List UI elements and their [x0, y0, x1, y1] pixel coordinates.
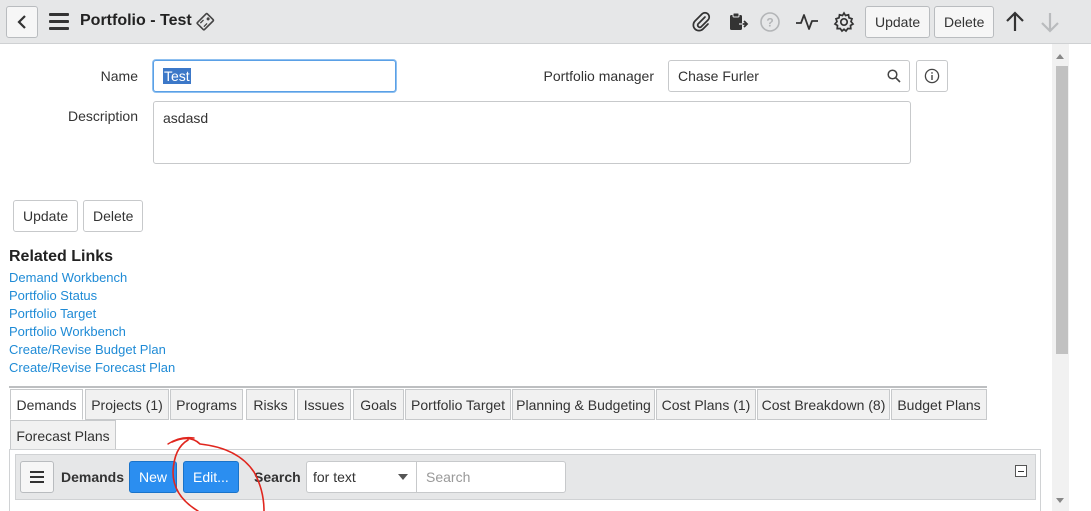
name-label: Name — [100, 68, 138, 84]
info-icon — [924, 68, 940, 84]
tab-forecast-plans[interactable]: Forecast Plans — [10, 420, 116, 451]
related-link-portfolio-status[interactable]: Portfolio Status — [9, 287, 175, 305]
tab-budget-plans[interactable]: Budget Plans — [891, 389, 987, 420]
tab-portfolio-target[interactable]: Portfolio Target — [405, 389, 511, 420]
form-header: Portfolio - Test ? Update Delete — [0, 0, 1091, 44]
portfolio-manager-lookup-button[interactable] — [878, 60, 910, 92]
gear-icon[interactable] — [832, 10, 856, 34]
back-button[interactable] — [6, 6, 38, 38]
window-edge — [1069, 44, 1091, 511]
back-icon — [17, 15, 26, 29]
related-link-forecast-plan[interactable]: Create/Revise Forecast Plan — [9, 359, 175, 377]
menu-icon[interactable] — [49, 13, 69, 31]
tab-planning-budgeting[interactable]: Planning & Budgeting — [512, 389, 655, 420]
portfolio-manager-field[interactable]: Chase Furler — [668, 60, 879, 92]
tab-programs[interactable]: Programs — [170, 389, 243, 420]
search-field-select[interactable]: for text — [306, 461, 416, 493]
header-update-button[interactable]: Update — [865, 6, 931, 38]
description-value: asdasd — [163, 110, 209, 126]
tab-goals[interactable]: Goals — [353, 389, 404, 420]
form-update-button[interactable]: Update — [13, 200, 79, 232]
tag-icon[interactable] — [195, 10, 217, 35]
new-button[interactable]: New — [129, 461, 178, 493]
collapse-icon[interactable] — [1015, 465, 1027, 477]
related-links-heading: Related Links — [9, 248, 114, 265]
search-icon — [886, 69, 901, 83]
arrow-down-icon[interactable] — [1038, 10, 1062, 34]
header-delete-button[interactable]: Delete — [934, 6, 995, 38]
tab-cost-breakdown[interactable]: Cost Breakdown (8) — [757, 389, 890, 420]
related-list-menu-button[interactable] — [20, 461, 54, 493]
search-label: Search — [254, 469, 301, 485]
related-link-portfolio-target[interactable]: Portfolio Target — [9, 305, 175, 323]
tabs-divider — [9, 386, 987, 388]
related-links-list: Demand Workbench Portfolio Status Portfo… — [9, 269, 175, 377]
portfolio-manager-label: Portfolio manager — [543, 68, 654, 84]
tab-demands[interactable]: Demands — [10, 389, 83, 420]
scrollbar-thumb[interactable] — [1056, 66, 1068, 354]
related-link-portfolio-workbench[interactable]: Portfolio Workbench — [9, 323, 175, 341]
search-select-value: for text — [313, 469, 356, 485]
description-field[interactable]: asdasd — [153, 101, 911, 164]
tab-issues[interactable]: Issues — [297, 389, 351, 420]
name-value: Test — [163, 68, 191, 84]
search-input[interactable]: Search — [416, 461, 566, 493]
chevron-down-icon — [398, 474, 408, 480]
tab-risks[interactable]: Risks — [246, 389, 295, 420]
arrow-up-icon[interactable] — [1003, 10, 1027, 34]
portfolio-manager-value: Chase Furler — [678, 68, 759, 84]
tab-cost-plans[interactable]: Cost Plans (1) — [656, 389, 756, 420]
page-title: Portfolio - Test — [80, 12, 192, 29]
related-list-title: Demands — [61, 469, 125, 485]
help-icon[interactable]: ? — [758, 10, 782, 34]
clipboard-icon[interactable] — [726, 10, 750, 34]
portfolio-manager-info-button[interactable] — [916, 60, 948, 92]
activity-icon[interactable] — [795, 10, 819, 34]
paperclip-icon[interactable] — [689, 10, 713, 34]
scroll-down-icon[interactable] — [1056, 498, 1064, 503]
tab-projects[interactable]: Projects (1) — [85, 389, 169, 420]
name-field[interactable]: Test — [153, 60, 396, 92]
related-link-demand-workbench[interactable]: Demand Workbench — [9, 269, 175, 287]
form-delete-button[interactable]: Delete — [83, 200, 144, 232]
related-link-budget-plan[interactable]: Create/Revise Budget Plan — [9, 341, 175, 359]
edit-button[interactable]: Edit... — [183, 461, 239, 493]
description-label: Description — [67, 108, 138, 124]
scroll-up-icon[interactable] — [1056, 54, 1064, 59]
svg-text:?: ? — [766, 16, 773, 30]
